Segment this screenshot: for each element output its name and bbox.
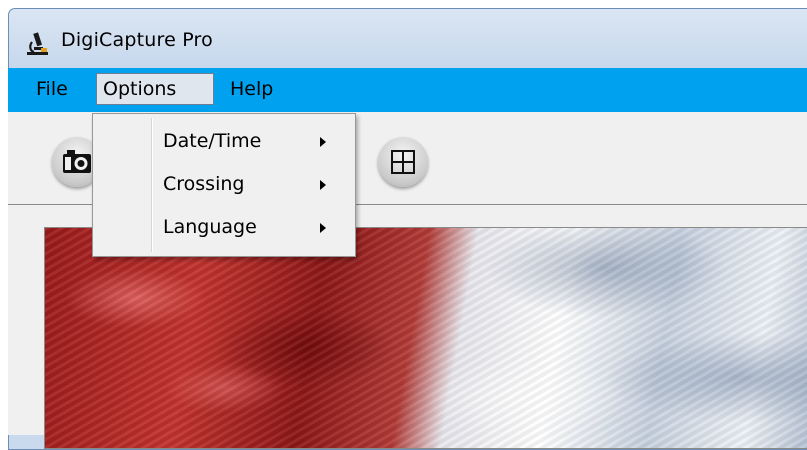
submenu-arrow-icon [320,180,326,190]
camera-preview[interactable] [44,227,807,449]
menu-options[interactable]: Options [96,73,214,105]
menu-item-language[interactable]: Language [95,210,353,250]
preview-texture [45,228,807,448]
menu-file[interactable]: File [30,73,74,105]
menu-item-date-time[interactable]: Date/Time [95,124,353,164]
menu-item-label: Date/Time [163,130,262,152]
submenu-arrow-icon [320,137,326,147]
window-title: DigiCapture Pro [61,29,213,51]
grid-button[interactable] [378,137,428,187]
options-dropdown-menu: Date/Time Crossing Language [92,113,356,257]
submenu-arrow-icon [320,223,326,233]
menu-item-crossing[interactable]: Crossing [95,167,353,207]
microscope-icon [27,32,48,55]
menu-bar: File Options Help [8,68,807,112]
grid-icon [391,150,415,174]
menu-item-label: Language [163,216,257,238]
title-bar: DigiCapture Pro [9,9,807,67]
menu-help[interactable]: Help [224,73,279,105]
menu-item-label: Crossing [163,173,245,195]
